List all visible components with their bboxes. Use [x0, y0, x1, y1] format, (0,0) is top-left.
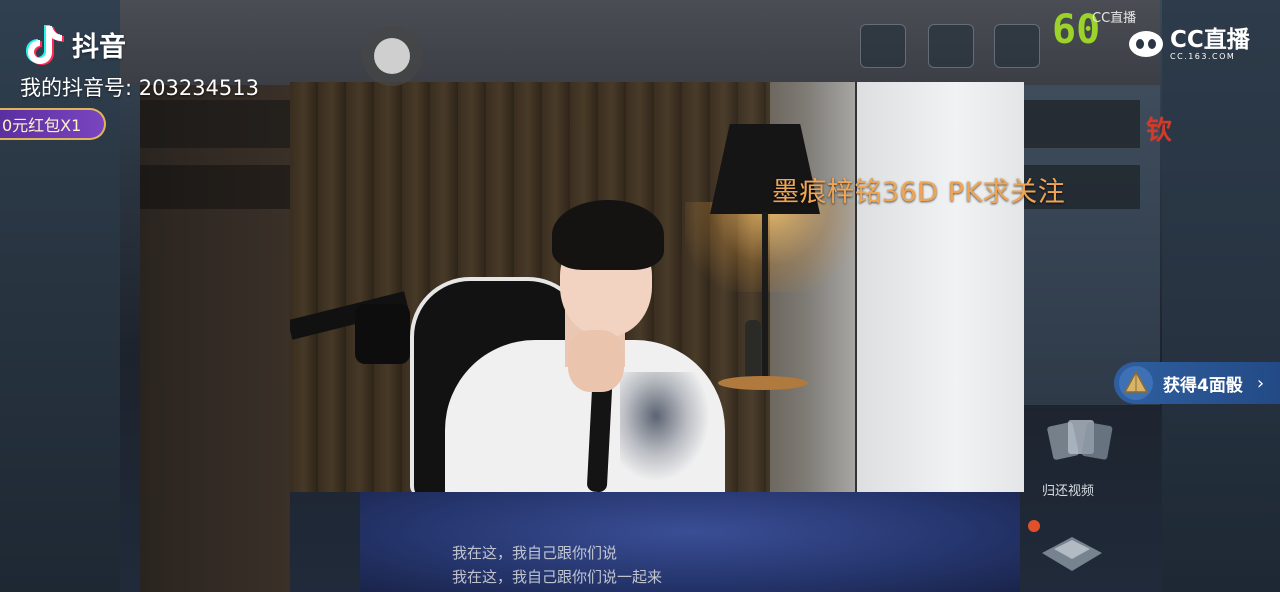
- assist-ball-icon: [374, 38, 410, 74]
- douyin-note-icon: [26, 25, 64, 65]
- red-packet-button[interactable]: 0元红包X1: [0, 108, 106, 140]
- game-shield-icon[interactable]: [928, 24, 974, 68]
- douyin-account-id: 我的抖音号: 203234513: [20, 76, 259, 100]
- game-team-icon[interactable]: [994, 24, 1040, 68]
- wall-edge: [855, 82, 857, 492]
- chat-message: 我在这，我自己跟你们说: [452, 544, 618, 562]
- cc-cloud-icon: [1129, 31, 1163, 57]
- side-table: [718, 376, 808, 390]
- vase: [745, 320, 761, 380]
- scene-wall: [140, 85, 290, 592]
- chevron-right-icon: ›: [1256, 372, 1265, 394]
- reward-dice-button[interactable]: 获得4面骰 ›: [1114, 362, 1280, 404]
- douyin-logo: 抖音: [24, 22, 126, 66]
- lamp-glow: [685, 202, 855, 292]
- building-icon: [1042, 537, 1102, 571]
- white-wall: [855, 82, 1024, 492]
- game-action-button[interactable]: [1040, 410, 1116, 480]
- game-action-label: 归还视频: [1042, 484, 1095, 499]
- video-caption: 墨痕梓铭36D PK求关注: [772, 177, 1066, 208]
- chat-message: 我在这，我自己跟你们说一起来: [452, 568, 663, 586]
- edge-text: 钦: [1146, 116, 1173, 146]
- reward-label: 获得4面骰: [1163, 375, 1243, 396]
- game-map-button[interactable]: [1034, 515, 1110, 585]
- cc-logo-url: CC.163.COM: [1170, 51, 1236, 61]
- game-skill-icon[interactable]: [860, 24, 906, 68]
- dice-icon: [1119, 366, 1153, 400]
- cc-logo-title: CC直播: [1170, 26, 1250, 53]
- floating-assist-button[interactable]: [362, 26, 422, 86]
- streamer-hand: [568, 330, 624, 392]
- streamer-hair: [552, 200, 664, 270]
- streamer-video[interactable]: [290, 82, 1024, 492]
- lamp-pole: [762, 212, 768, 387]
- studio-mic: [355, 304, 410, 364]
- app-name: 抖音: [72, 31, 126, 63]
- notification-dot: [1028, 520, 1040, 532]
- cards-icon: [1047, 420, 1113, 460]
- shirt-pattern: [620, 372, 710, 482]
- cc-live-logo: CC直播 CC.163.COM: [1126, 26, 1250, 62]
- cc-small-watermark: CC直播: [1092, 11, 1137, 26]
- scene-right-wall: [1162, 0, 1280, 592]
